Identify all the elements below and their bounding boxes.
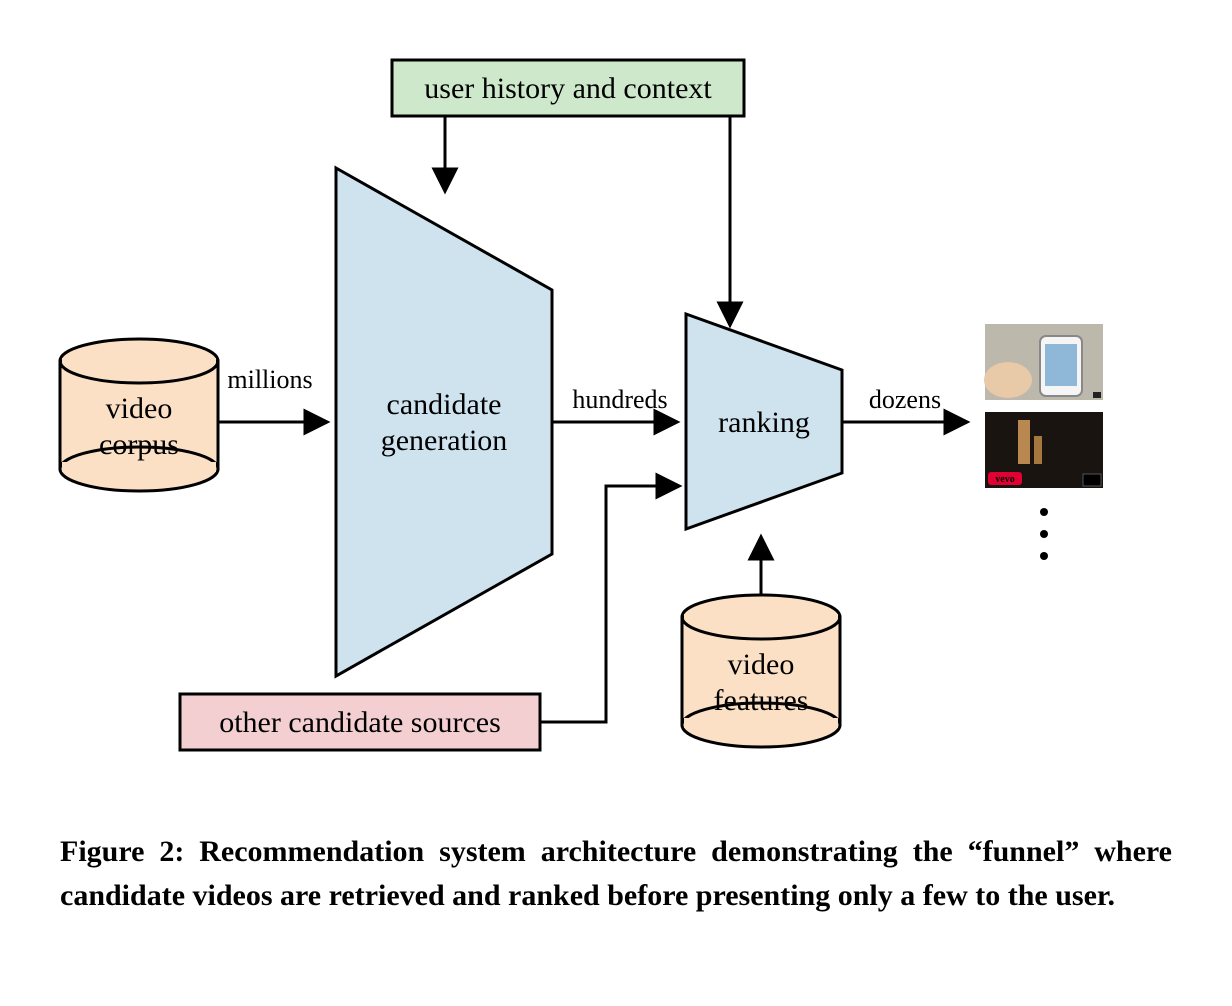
user-history-label: user history and context	[424, 72, 712, 105]
figure-caption: Figure 2: Recommendation system architec…	[60, 830, 1172, 917]
edge-hundreds-label: hundreds	[572, 385, 667, 414]
edge-millions-label: millions	[227, 365, 312, 394]
output-thumbnails: vevo	[984, 324, 1103, 560]
video-features-label-2: features	[714, 684, 809, 717]
video-features-label-1: video	[728, 648, 795, 681]
candidate-generation-label-1: candidate	[387, 388, 502, 421]
candidate-generation-trapezoid	[336, 168, 552, 676]
vevo-badge: vevo	[995, 474, 1014, 485]
video-corpus-label-1: video	[106, 392, 173, 425]
arrow-other-sources-to-ranking	[540, 486, 678, 722]
figure: user history and context video corpus ca…	[0, 0, 1232, 1006]
video-corpus-label-2: corpus	[99, 428, 179, 461]
ranking-label: ranking	[718, 406, 810, 439]
other-sources-label: other candidate sources	[219, 706, 501, 739]
candidate-generation-label-2: generation	[381, 424, 508, 457]
edge-dozens-label: dozens	[869, 385, 941, 414]
